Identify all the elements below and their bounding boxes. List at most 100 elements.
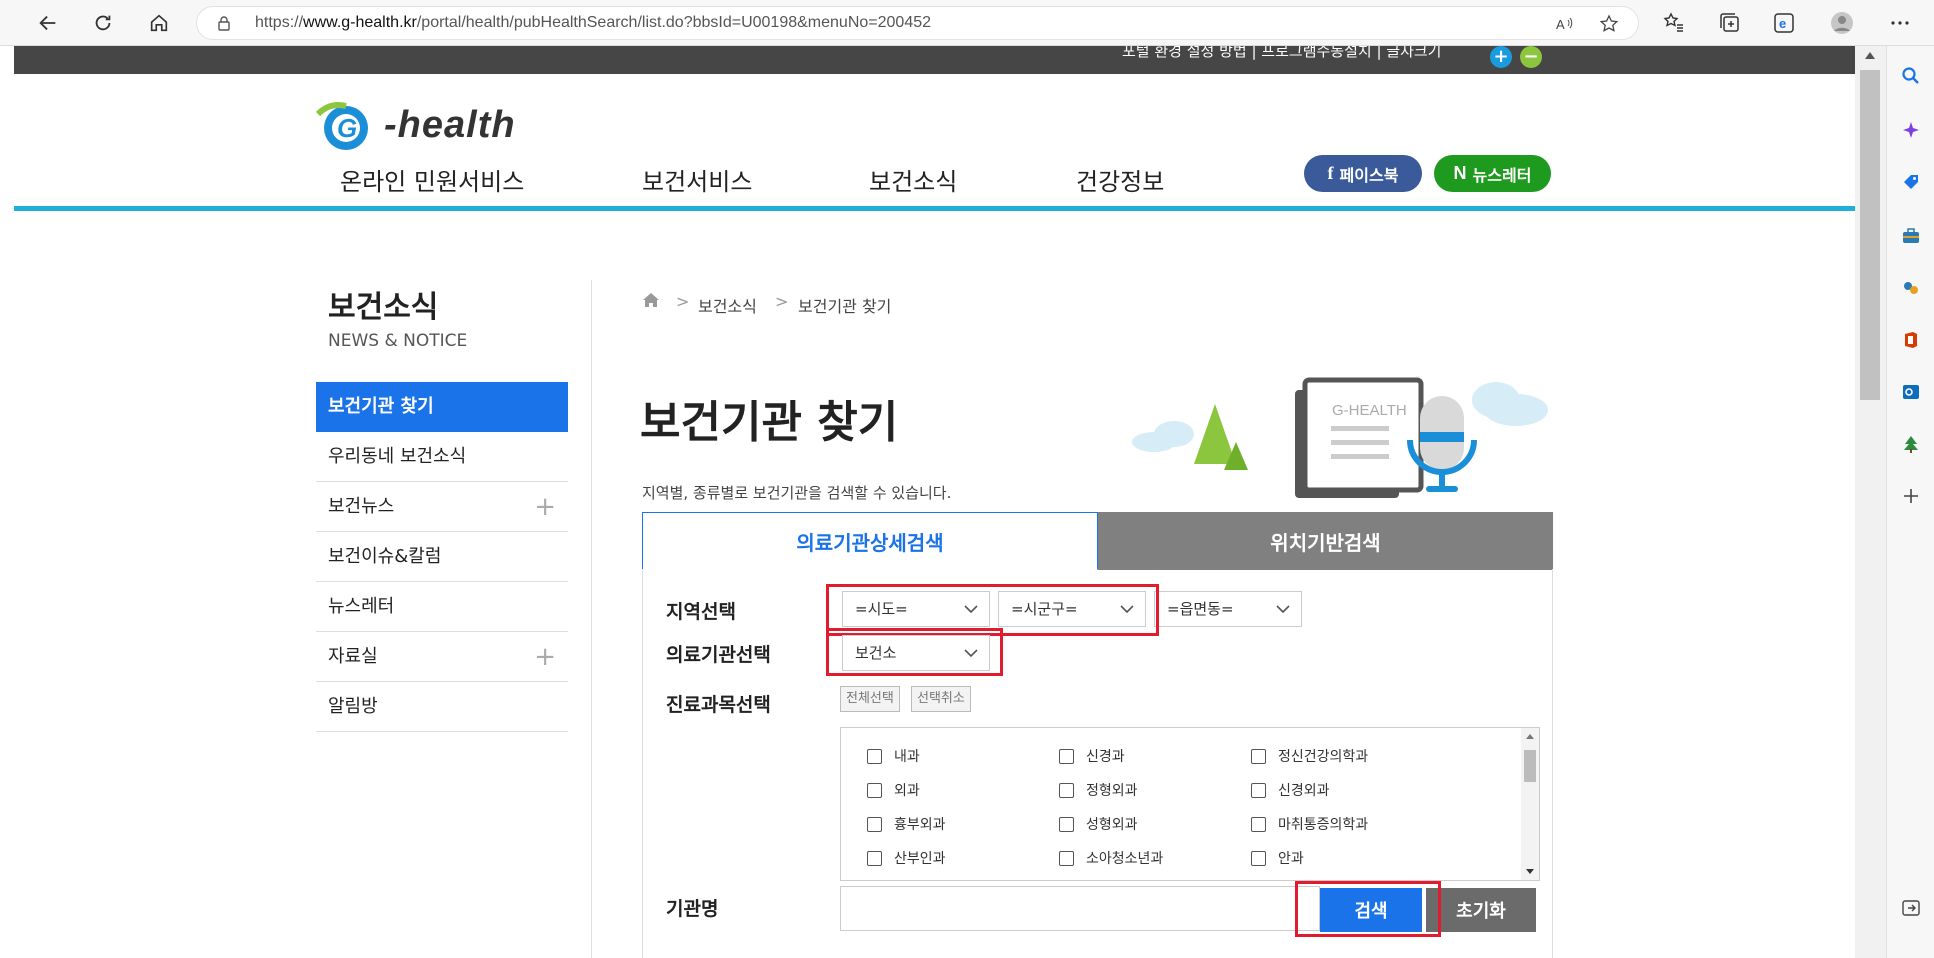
dept-checkbox[interactable]: 신경과 <box>1059 746 1125 766</box>
gnb-health-service[interactable]: 보건서비스 <box>642 162 752 197</box>
scroll-thumb[interactable] <box>1860 70 1880 400</box>
lnb-item-newsletter[interactable]: 뉴스레터 <box>316 582 568 632</box>
newsletter-button[interactable]: N뉴스레터 <box>1434 155 1551 192</box>
dept-checkbox[interactable]: 마취통증의학과 <box>1251 814 1368 834</box>
copilot-icon[interactable] <box>1901 120 1921 140</box>
more-menu-icon[interactable] <box>1888 11 1912 35</box>
back-icon[interactable] <box>34 9 62 37</box>
institution-name-input[interactable] <box>840 886 1320 931</box>
font-size-increase-button[interactable]: + <box>1490 46 1512 68</box>
website: 포털 환경 설정 방법 | 프로그램수동설치 | 글자크기 + − G -hea… <box>14 46 1855 958</box>
browser-toolbar: https://www.g-health.kr/portal/health/pu… <box>0 0 1934 46</box>
dept-checkbox[interactable]: 신경외과 <box>1251 780 1330 800</box>
search-highlight-box <box>1295 881 1441 937</box>
gnb-online-service[interactable]: 온라인 민원서비스 <box>340 162 524 197</box>
gnb-divider <box>14 206 1855 211</box>
lnb-title: 보건소식 <box>328 282 438 326</box>
lock-icon[interactable] <box>216 15 232 31</box>
expand-plus-icon[interactable]: + <box>534 482 556 532</box>
favorite-star-icon[interactable] <box>1599 14 1619 34</box>
lnb-item-issue-column[interactable]: 보건이슈&칼럼 <box>316 532 568 582</box>
breadcrumb-separator: > <box>775 292 788 311</box>
home-icon[interactable] <box>145 9 173 37</box>
games-icon[interactable] <box>1901 278 1921 298</box>
institution-highlight-box <box>826 628 1003 676</box>
page-scrollbar[interactable] <box>1855 46 1886 958</box>
facebook-button[interactable]: f페이스북 <box>1304 155 1422 192</box>
site-logo[interactable]: G -health <box>316 100 546 152</box>
page-title: 보건기관 찾기 <box>640 386 898 450</box>
breadcrumb-separator: > <box>676 292 689 311</box>
shopping-tag-icon[interactable] <box>1901 172 1921 192</box>
lnb-item-find-institution[interactable]: 보건기관 찾기 <box>316 382 568 432</box>
logo-text: -health <box>384 104 516 147</box>
lnb-item-local-news[interactable]: 우리동네 보건소식 <box>316 432 568 482</box>
utility-links[interactable]: 포털 환경 설정 방법 | 프로그램수동설치 | 글자크기 <box>1122 46 1442 61</box>
reset-button[interactable]: 초기화 <box>1426 888 1536 932</box>
lnb-item-health-news[interactable]: 보건뉴스+ <box>316 482 568 532</box>
scroll-down-arrow[interactable] <box>1526 869 1534 874</box>
illustration-label: G-HEALTH <box>1332 402 1407 419</box>
news-illustration: G-HEALTH <box>1114 330 1554 510</box>
font-size-decrease-button[interactable]: − <box>1520 46 1542 68</box>
breadcrumb-item[interactable]: 보건소식 <box>698 293 757 317</box>
eupmyeondong-select[interactable]: =읍면동= <box>1154 591 1302 627</box>
url-text[interactable]: https://www.g-health.kr/portal/health/pu… <box>255 14 931 32</box>
dept-checkbox[interactable]: 성형외과 <box>1059 814 1138 834</box>
favorites-icon[interactable] <box>1662 11 1686 35</box>
dept-checkbox[interactable]: 외과 <box>867 780 920 800</box>
page-description: 지역별, 종류별로 보건기관을 검색할 수 있습니다. <box>642 482 951 503</box>
svg-text:A: A <box>1556 17 1565 32</box>
dept-checkbox[interactable]: 산부인과 <box>867 848 946 868</box>
dept-checkbox[interactable]: 정형외과 <box>1059 780 1138 800</box>
institution-label: 의료기관선택 <box>666 640 771 667</box>
lnb-menu: 보건기관 찾기 우리동네 보건소식 보건뉴스+ 보건이슈&칼럼 뉴스레터 자료실… <box>316 382 568 732</box>
ie-mode-icon[interactable]: e <box>1772 11 1796 35</box>
scroll-up-arrow[interactable] <box>1865 52 1875 59</box>
g-logo-icon: G <box>316 100 378 152</box>
department-checklist: 내과 신경과 정신건강의학과 외과 정형외과 신경외과 흉부외과 성형외과 마취… <box>840 727 1540 881</box>
sidebar-collapse-icon[interactable] <box>1901 898 1921 918</box>
name-label: 기관명 <box>666 894 718 921</box>
breadcrumb-home-icon[interactable] <box>642 292 660 308</box>
dept-checkbox[interactable]: 정신건강의학과 <box>1251 746 1368 766</box>
edge-sidebar <box>1886 46 1934 958</box>
select-all-button[interactable]: 전체선택 <box>840 686 900 712</box>
content-divider <box>591 280 592 958</box>
expand-plus-icon[interactable]: + <box>534 632 556 682</box>
tab-location-search[interactable]: 위치기반검색 <box>1098 512 1553 570</box>
gnb-health-news[interactable]: 보건소식 <box>869 162 957 197</box>
checklist-scrollbar[interactable] <box>1521 728 1539 880</box>
tree-icon[interactable] <box>1901 434 1921 454</box>
utility-bar: 포털 환경 설정 방법 | 프로그램수동설치 | 글자크기 + − <box>14 46 1855 74</box>
lnb-item-archive[interactable]: 자료실+ <box>316 632 568 682</box>
read-aloud-icon[interactable]: A <box>1555 14 1575 34</box>
department-label: 진료과목선택 <box>666 690 771 717</box>
svg-text:G: G <box>337 113 357 143</box>
lnb-item-notice[interactable]: 알림방 <box>316 682 568 732</box>
deselect-all-button[interactable]: 선택취소 <box>911 686 971 712</box>
tab-detail-search[interactable]: 의료기관상세검색 <box>642 512 1098 570</box>
svg-text:e: e <box>1779 16 1786 31</box>
dept-checkbox[interactable]: 안과 <box>1251 848 1304 868</box>
profile-icon[interactable] <box>1830 11 1854 35</box>
scroll-thumb[interactable] <box>1524 750 1536 782</box>
dept-checkbox[interactable]: 소아청소년과 <box>1059 848 1163 868</box>
search-icon[interactable] <box>1901 66 1921 86</box>
tools-briefcase-icon[interactable] <box>1901 226 1921 246</box>
facebook-icon: f <box>1328 163 1334 184</box>
collections-icon[interactable] <box>1718 11 1742 35</box>
scroll-up-arrow[interactable] <box>1526 734 1534 739</box>
newsletter-icon: N <box>1454 163 1467 184</box>
dept-checkbox[interactable]: 흉부외과 <box>867 814 946 834</box>
dept-checkbox[interactable]: 내과 <box>867 746 920 766</box>
add-icon[interactable] <box>1901 486 1921 506</box>
chevron-down-icon <box>1275 601 1291 617</box>
refresh-icon[interactable] <box>89 9 117 37</box>
region-label: 지역선택 <box>666 597 736 624</box>
lnb-subtitle: NEWS & NOTICE <box>328 331 467 351</box>
gnb-health-info[interactable]: 건강정보 <box>1076 162 1164 197</box>
outlook-icon[interactable] <box>1901 382 1921 402</box>
office-icon[interactable] <box>1901 330 1921 350</box>
address-bar[interactable]: https://www.g-health.kr/portal/health/pu… <box>196 6 1639 40</box>
